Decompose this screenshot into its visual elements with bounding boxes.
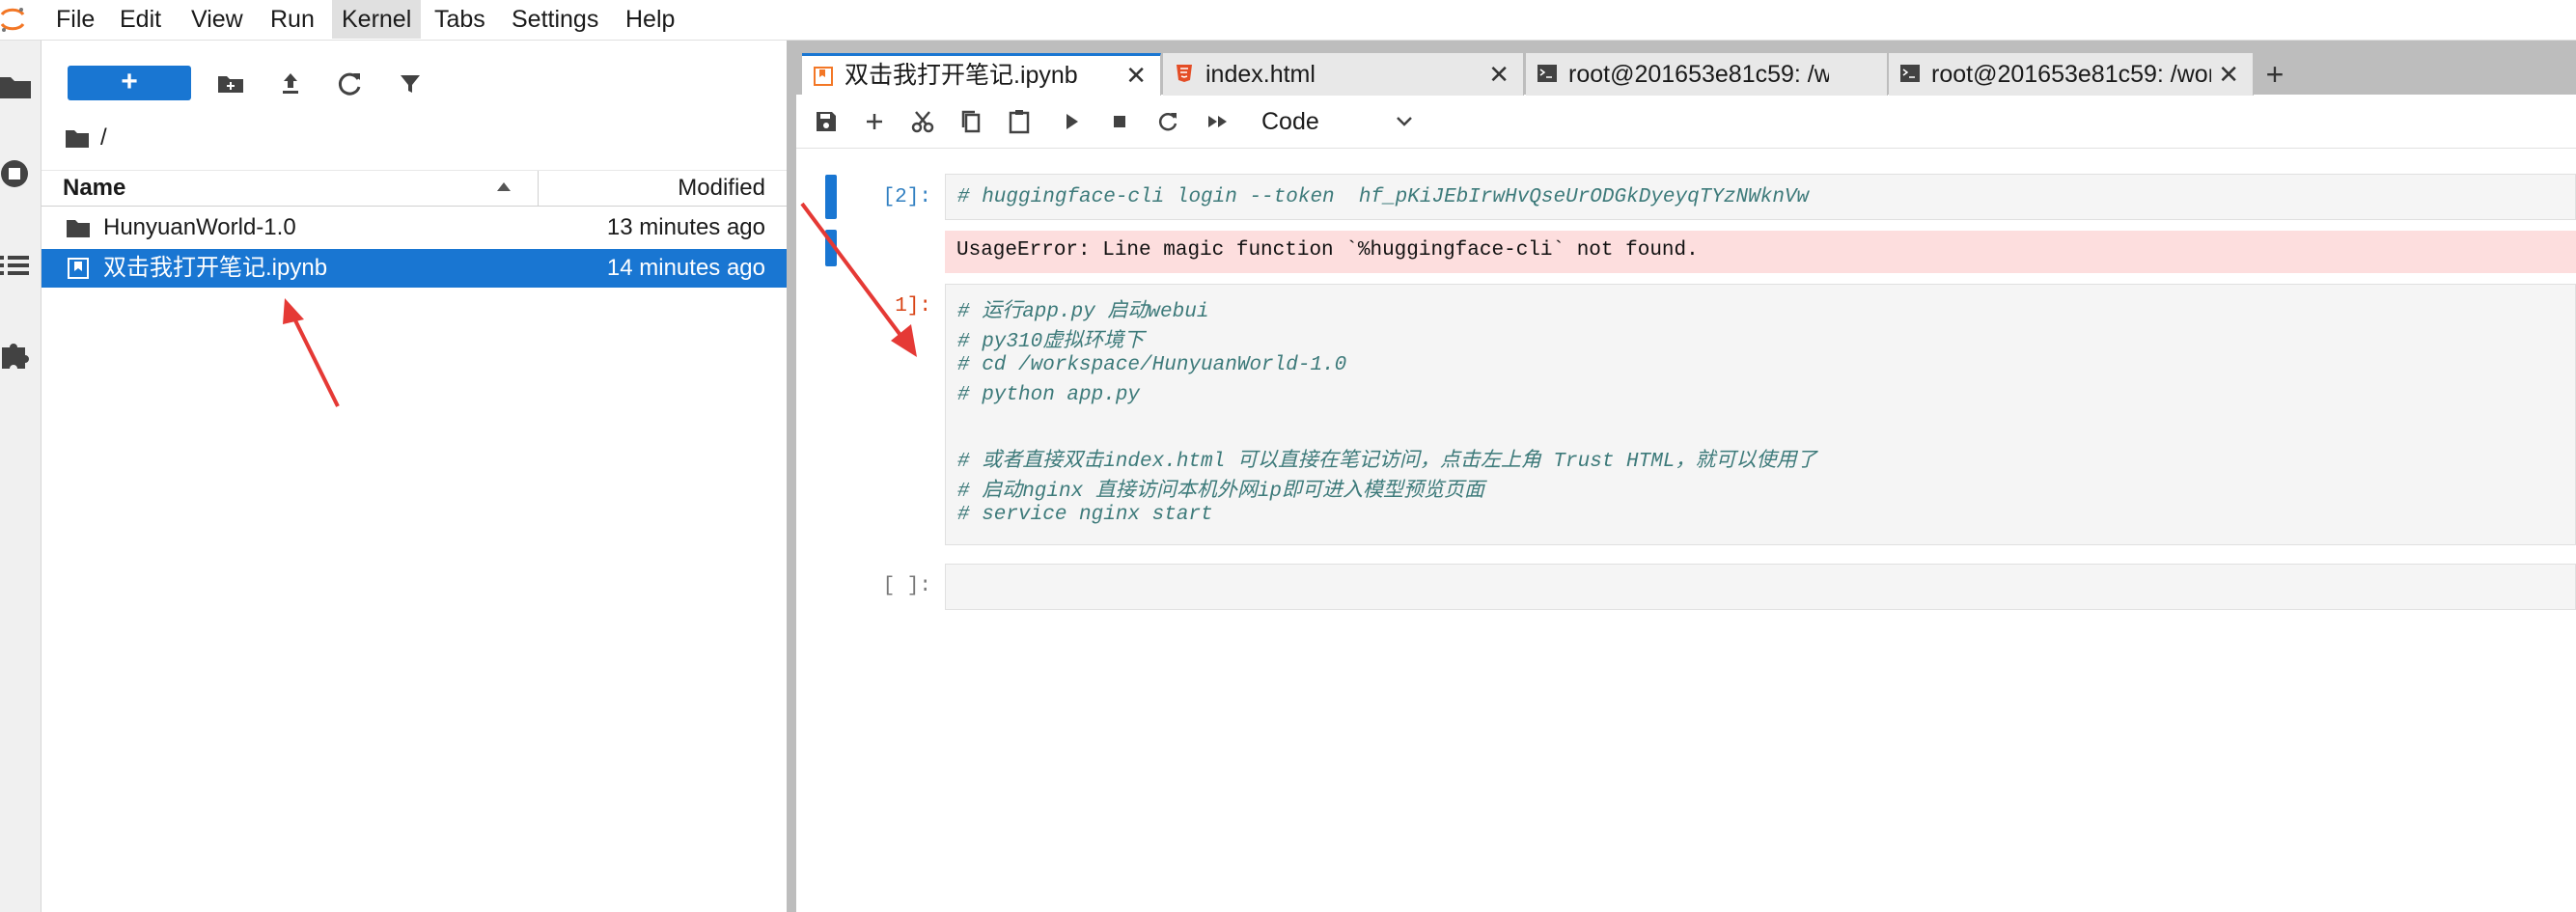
menu-edit[interactable]: Edit	[110, 0, 171, 39]
file-row-notebook[interactable]: 双击我打开笔记.ipynb 14 minutes ago	[42, 249, 787, 288]
error-message: UsageError: Line magic function `%huggin…	[956, 239, 1699, 262]
folder-icon[interactable]	[0, 69, 33, 102]
html5-icon	[1177, 65, 1192, 82]
code-cell-input[interactable]	[945, 564, 2576, 610]
fast-forward-icon[interactable]	[1204, 107, 1233, 136]
file-modified: 13 minutes ago	[606, 214, 765, 240]
tab-terminal-1[interactable]: root@201653e81c59: /wor	[1526, 53, 1888, 96]
code-line: # python app.py	[957, 384, 1141, 406]
code-line: # 或者直接双击index.html 可以直接在笔记访问，点击左上角 Trust…	[957, 451, 1817, 473]
chevron-down-icon[interactable]	[1390, 104, 1419, 139]
close-icon[interactable]: ✕	[1125, 56, 1147, 95]
code-line: # service nginx start	[957, 504, 1213, 526]
code-line: # cd /workspace/HunyuanWorld-1.0	[957, 354, 1347, 376]
tab-notebook[interactable]: 双击我打开笔记.ipynb ✕	[802, 53, 1161, 96]
folder-icon	[67, 220, 90, 237]
close-icon[interactable]: ✕	[2218, 53, 2239, 96]
file-row-folder[interactable]: HunyuanWorld-1.0 13 minutes ago	[42, 208, 787, 247]
sort-ascending-icon[interactable]	[497, 182, 511, 191]
menu-run[interactable]: Run	[261, 0, 324, 39]
add-tab-button[interactable]: +	[2256, 53, 2294, 96]
code-cell-input[interactable]: # 运行app.py 启动webui # py310虚拟环境下 # cd /wo…	[945, 284, 2576, 545]
stop-icon[interactable]	[1105, 107, 1134, 136]
code-line: # huggingface-cli login --token hf_pKiJE…	[957, 186, 1810, 208]
new-folder-icon[interactable]	[214, 68, 247, 100]
menu-settings[interactable]: Settings	[502, 0, 608, 39]
filter-icon[interactable]	[394, 68, 427, 100]
menu-tabs[interactable]: Tabs	[425, 0, 495, 39]
menu-view[interactable]: View	[181, 0, 253, 39]
file-list-header: Name Modified	[42, 170, 787, 207]
code-line: # 运行app.py 启动webui	[957, 301, 1209, 323]
cut-icon[interactable]	[908, 107, 937, 136]
refresh-icon[interactable]	[334, 68, 367, 100]
running-icon[interactable]	[0, 157, 33, 190]
code-line: # py310虚拟环境下	[957, 331, 1145, 353]
code-cell-input[interactable]: # huggingface-cli login --token hf_pKiJE…	[945, 174, 2576, 220]
folder-icon[interactable]	[66, 128, 89, 148]
annotation-arrow	[283, 298, 340, 407]
menu-kernel[interactable]: Kernel	[332, 0, 422, 39]
extension-icon[interactable]	[0, 338, 33, 371]
tab-label: index.html	[1205, 61, 1316, 88]
menu-help[interactable]: Help	[616, 0, 684, 39]
copy-icon[interactable]	[956, 107, 985, 136]
toc-icon[interactable]	[0, 249, 33, 282]
notebook-icon	[814, 67, 833, 86]
annotation-arrow	[800, 202, 917, 357]
tab-label: root@201653e81c59: /wor	[1931, 61, 2211, 88]
new-launcher-button[interactable]: +	[68, 66, 191, 100]
file-name: 双击我打开笔记.ipynb	[103, 255, 328, 281]
notebook-icon	[68, 258, 89, 279]
tab-terminal-2[interactable]: root@201653e81c59: /wor ✕	[1889, 53, 2254, 96]
column-name[interactable]: Name	[63, 171, 125, 206]
terminal-icon	[1900, 65, 1920, 82]
column-modified[interactable]: Modified	[678, 171, 765, 206]
terminal-icon	[1537, 65, 1557, 82]
run-icon[interactable]	[1057, 107, 1086, 136]
tab-label: 双击我打开笔记.ipynb	[845, 62, 1078, 89]
add-cell-icon[interactable]	[860, 107, 889, 136]
menu-file[interactable]: File	[46, 0, 104, 39]
paste-icon[interactable]	[1005, 107, 1034, 136]
save-icon[interactable]	[812, 107, 841, 136]
cell-prompt: [ ]:	[882, 575, 931, 597]
column-divider[interactable]	[538, 171, 539, 206]
file-modified: 14 minutes ago	[606, 255, 765, 281]
panel-splitter[interactable]	[787, 41, 796, 912]
tab-index-html[interactable]: index.html ✕	[1163, 53, 1524, 96]
jupyter-logo-icon[interactable]	[0, 6, 27, 33]
close-icon[interactable]: ✕	[1488, 53, 1510, 96]
file-name: HunyuanWorld-1.0	[103, 214, 296, 240]
breadcrumb-root[interactable]: /	[100, 121, 107, 155]
code-line: # 启动nginx 直接访问本机外网ip即可进入模型预览页面	[957, 481, 1485, 503]
restart-icon[interactable]	[1153, 107, 1182, 136]
tab-label: root@201653e81c59: /wor	[1568, 61, 1829, 88]
upload-icon[interactable]	[274, 68, 307, 100]
